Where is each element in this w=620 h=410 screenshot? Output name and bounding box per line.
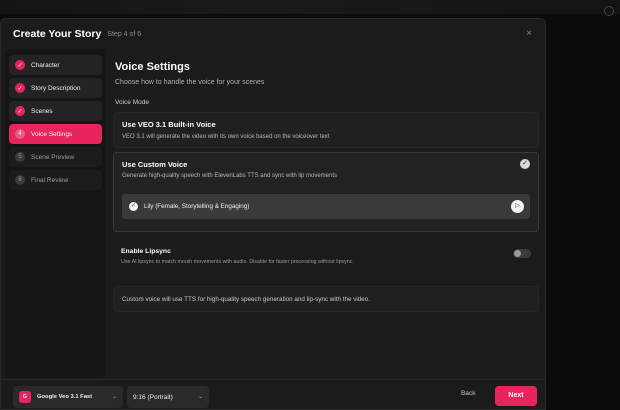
profile-icon[interactable] <box>604 6 614 16</box>
info-note: Custom voice will use TTS for high-quali… <box>113 286 539 312</box>
sidebar-item-story-description[interactable]: ✓ Story Description <box>9 78 102 98</box>
back-button[interactable]: Back <box>461 390 475 397</box>
option-description: VEO 3.1 will generate the video with its… <box>122 134 330 140</box>
sidebar-item-label: Character <box>31 61 60 69</box>
model-logo-icon: G <box>19 391 31 403</box>
option-description: Generate high-quality speech with Eleven… <box>122 173 338 179</box>
chevron-down-icon: ⌄ <box>111 394 117 400</box>
check-icon: ✓ <box>129 202 138 211</box>
app-backdrop <box>0 0 620 14</box>
create-story-modal: Create Your Story Step 4 of 6 × ✓ Charac… <box>0 18 546 410</box>
sidebar-item-label: Story Description <box>31 84 81 92</box>
builtin-voice-option[interactable]: Use VEO 3.1 Built-in Voice VEO 3.1 will … <box>113 112 539 148</box>
voice-selector[interactable]: ✓ Lily (Female, Storytelling & Engaging)… <box>122 194 530 219</box>
voice-name: Lily (Female, Storytelling & Engaging) <box>144 203 250 210</box>
step-indicator: Step 4 of 6 <box>107 31 142 38</box>
check-icon: ✓ <box>15 60 25 70</box>
sidebar-item-label: Scene Preview <box>31 153 75 161</box>
check-icon: ✓ <box>520 159 530 169</box>
sidebar-item-label: Voice Settings <box>31 130 73 138</box>
voice-mode-label: Voice Mode <box>115 99 149 106</box>
sidebar-item-label: Final Review <box>31 176 69 184</box>
chevron-down-icon: ⌄ <box>197 394 203 400</box>
step-number: 6 <box>15 175 25 185</box>
sidebar-item-label: Scenes <box>31 107 53 115</box>
toggle-knob <box>514 250 521 257</box>
modal-title: Create Your Story <box>13 28 102 40</box>
model-dropdown[interactable]: G Google Veo 3.1 Fast ⌄ <box>13 386 123 408</box>
modal-footer: G Google Veo 3.1 Fast ⌄ 9:16 (Portrait) … <box>1 379 545 409</box>
lipsync-title: Enable Lipsync <box>121 248 171 255</box>
sidebar-item-final-review[interactable]: 6 Final Review <box>9 170 102 190</box>
sidebar-item-scenes[interactable]: ✓ Scenes <box>9 101 102 121</box>
voice-settings-panel: Voice Settings Choose how to handle the … <box>109 49 543 377</box>
steps-sidebar: ✓ Character ✓ Story Description ✓ Scenes… <box>5 49 105 377</box>
modal-header: Create Your Story Step 4 of 6 × <box>1 19 545 49</box>
lipsync-toggle[interactable] <box>513 249 531 258</box>
play-icon[interactable]: ▷ <box>511 200 524 213</box>
page-title: Voice Settings <box>115 61 190 73</box>
page-subtitle: Choose how to handle the voice for your … <box>115 79 265 86</box>
info-text: Custom voice will use TTS for high-quali… <box>122 296 371 303</box>
option-title: Use Custom Voice <box>122 160 188 169</box>
sidebar-item-voice-settings[interactable]: 4 Voice Settings <box>9 124 102 144</box>
lipsync-description: Use AI lipsync to match mouth movements … <box>121 259 354 265</box>
next-button[interactable]: Next <box>495 386 537 406</box>
step-number: 4 <box>15 129 25 139</box>
sidebar-item-character[interactable]: ✓ Character <box>9 55 102 75</box>
lipsync-setting: Enable Lipsync Use AI lipsync to match m… <box>113 242 539 276</box>
option-title: Use VEO 3.1 Built-in Voice <box>122 120 216 129</box>
aspect-ratio-dropdown[interactable]: 9:16 (Portrait) ⌄ <box>127 386 209 408</box>
step-number: 5 <box>15 152 25 162</box>
close-icon[interactable]: × <box>523 28 535 40</box>
check-icon: ✓ <box>15 83 25 93</box>
aspect-ratio-label: 9:16 (Portrait) <box>133 393 173 401</box>
custom-voice-option[interactable]: Use Custom Voice Generate high-quality s… <box>113 152 539 232</box>
model-label: Google Veo 3.1 Fast <box>37 394 93 400</box>
sidebar-item-scene-preview[interactable]: 5 Scene Preview <box>9 147 102 167</box>
check-icon: ✓ <box>15 106 25 116</box>
